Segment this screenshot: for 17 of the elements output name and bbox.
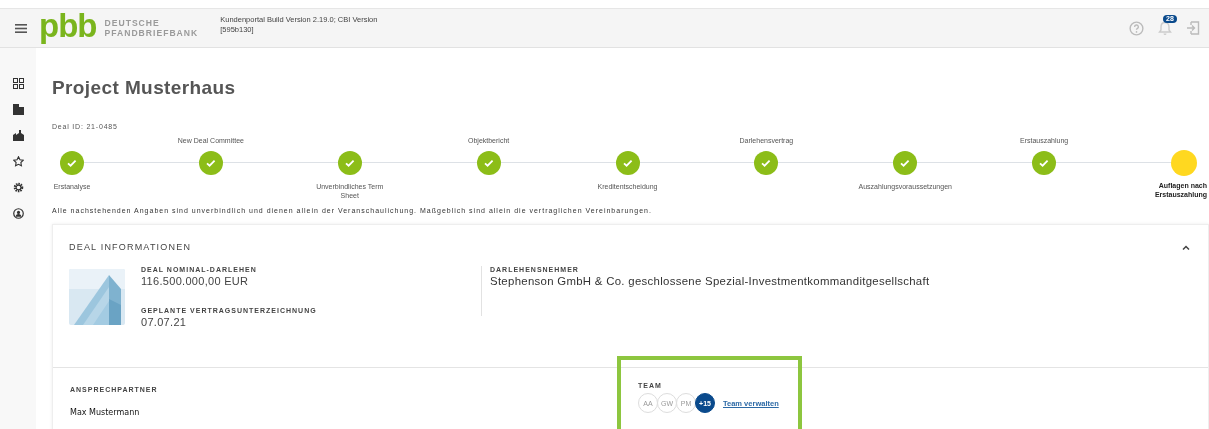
logo-subtitle: PFANDBRIEFBANK xyxy=(104,28,199,38)
field-value: 07.07.21 xyxy=(141,316,188,328)
logo-subtitle: DEUTSCHE xyxy=(104,18,161,28)
user-icon[interactable] xyxy=(10,206,26,221)
page-title: Project Musterhaus xyxy=(52,77,237,99)
card-title: DEAL INFORMATIONEN xyxy=(69,242,192,252)
contact-name: Max Mustermann xyxy=(70,408,141,417)
field-value: 116.500.000,00 EUR xyxy=(141,275,250,287)
star-icon[interactable] xyxy=(10,154,26,169)
menu-icon[interactable] xyxy=(15,23,27,33)
factory-icon[interactable] xyxy=(10,128,26,143)
dashboard-icon[interactable] xyxy=(10,76,26,91)
field-value: Stephenson GmbH & Co. geschlossene Spezial-Investmentkommanditgesellschaft xyxy=(490,275,930,287)
logo-text: pbb xyxy=(39,8,97,42)
chevron-up-icon[interactable] xyxy=(1182,244,1190,250)
bell-icon[interactable] xyxy=(1158,20,1172,36)
buildings-icon[interactable] xyxy=(10,102,26,117)
